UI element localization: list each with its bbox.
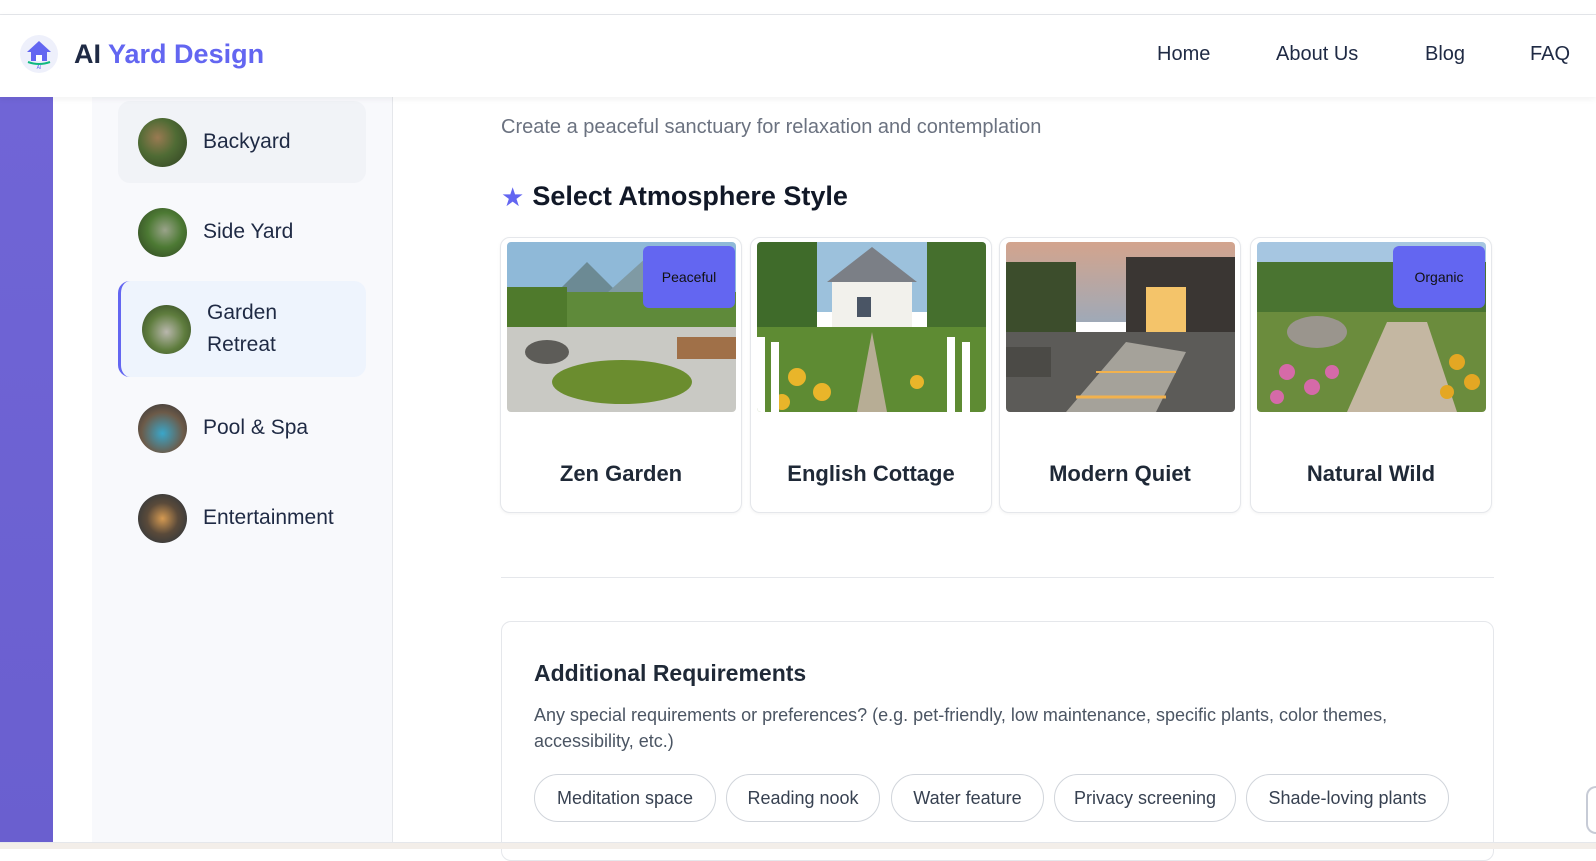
browser-bottom-strip xyxy=(0,842,1596,849)
section-divider xyxy=(501,577,1494,578)
additional-requirements-panel: Additional Requirements Any special requ… xyxy=(501,621,1494,861)
sidebar-item-label: Entertainment xyxy=(203,506,334,529)
chip-reading-nook[interactable]: Reading nook xyxy=(726,774,880,822)
card-title: Zen Garden xyxy=(559,461,683,486)
logo-house-icon[interactable]: AI xyxy=(20,35,58,73)
sidebar-item-garden-retreat[interactable]: Garden Retreat xyxy=(118,281,366,377)
atmosphere-section-header: ★ Select Atmosphere Style xyxy=(501,181,848,212)
sidebar-item-backyard[interactable]: Backyard xyxy=(118,101,366,183)
sidebar-item-label: Garden Retreat xyxy=(207,301,278,356)
browser-top-strip xyxy=(0,0,1596,15)
card-title: English Cottage xyxy=(787,461,955,486)
style-card-natural-wild[interactable]: Organic Natural Wild xyxy=(1250,237,1492,513)
sidebar-item-label: Backyard xyxy=(203,130,291,153)
card-title: Natural Wild xyxy=(1306,461,1436,486)
nav-about-us[interactable]: About Us xyxy=(1276,43,1358,66)
nav-faq[interactable]: FAQ xyxy=(1530,43,1570,66)
side-panel-handle[interactable] xyxy=(1586,786,1596,834)
star-icon: ★ xyxy=(501,181,525,212)
entertainment-thumbnail xyxy=(138,493,187,543)
logo-text-ai: AI xyxy=(74,39,109,69)
garden-retreat-thumbnail xyxy=(142,304,191,354)
card-tag-badge: Peaceful xyxy=(643,246,735,308)
page-subtitle: Create a peaceful sanctuary for relaxati… xyxy=(501,116,1042,138)
requirements-title: Additional Requirements xyxy=(534,660,807,686)
requirements-description: Any special requirements or preferences?… xyxy=(534,705,1388,751)
style-card-zen-garden[interactable]: Peaceful Zen Garden xyxy=(500,237,742,513)
sidebar-item-pool-spa[interactable]: Pool & Spa xyxy=(118,387,366,469)
sidebar-item-label: Pool & Spa xyxy=(203,416,309,439)
left-accent-band xyxy=(0,97,53,842)
chip-privacy-screening[interactable]: Privacy screening xyxy=(1054,774,1236,822)
main-content: Create a peaceful sanctuary for relaxati… xyxy=(393,97,1596,861)
nav-blog[interactable]: Blog xyxy=(1425,43,1465,66)
backyard-thumbnail xyxy=(138,117,187,167)
english-cottage-image xyxy=(757,242,986,412)
chip-water-feature[interactable]: Water feature xyxy=(891,774,1044,822)
card-tag-badge: Organic xyxy=(1393,246,1485,308)
pool-spa-thumbnail xyxy=(138,403,187,453)
style-card-modern-quiet[interactable]: Modern Quiet xyxy=(999,237,1241,513)
yard-type-sidebar: Backyard Side Yard Garden Retreat Pool &… xyxy=(92,97,393,842)
logo-text-brand: Yard Design xyxy=(108,39,265,69)
style-card-english-cottage[interactable]: English Cottage xyxy=(750,237,992,513)
sidebar-item-entertainment[interactable]: Entertainment xyxy=(118,477,366,559)
chip-meditation-space[interactable]: Meditation space xyxy=(534,774,716,822)
site-header: AI AI Yard Design Home About Us Blog FAQ xyxy=(0,15,1596,97)
sidebar-item-side-yard[interactable]: Side Yard xyxy=(118,191,366,273)
modern-quiet-image xyxy=(1006,242,1235,412)
side-yard-thumbnail xyxy=(138,207,187,257)
site-logo[interactable]: AI Yard Design xyxy=(74,39,264,70)
section-title: Select Atmosphere Style xyxy=(532,181,848,211)
svg-text:AI: AI xyxy=(37,65,42,71)
card-title: Modern Quiet xyxy=(1049,461,1191,486)
nav-home[interactable]: Home xyxy=(1157,43,1210,66)
sidebar-item-label: Side Yard xyxy=(203,220,294,243)
chip-shade-loving-plants[interactable]: Shade-loving plants xyxy=(1246,774,1449,822)
